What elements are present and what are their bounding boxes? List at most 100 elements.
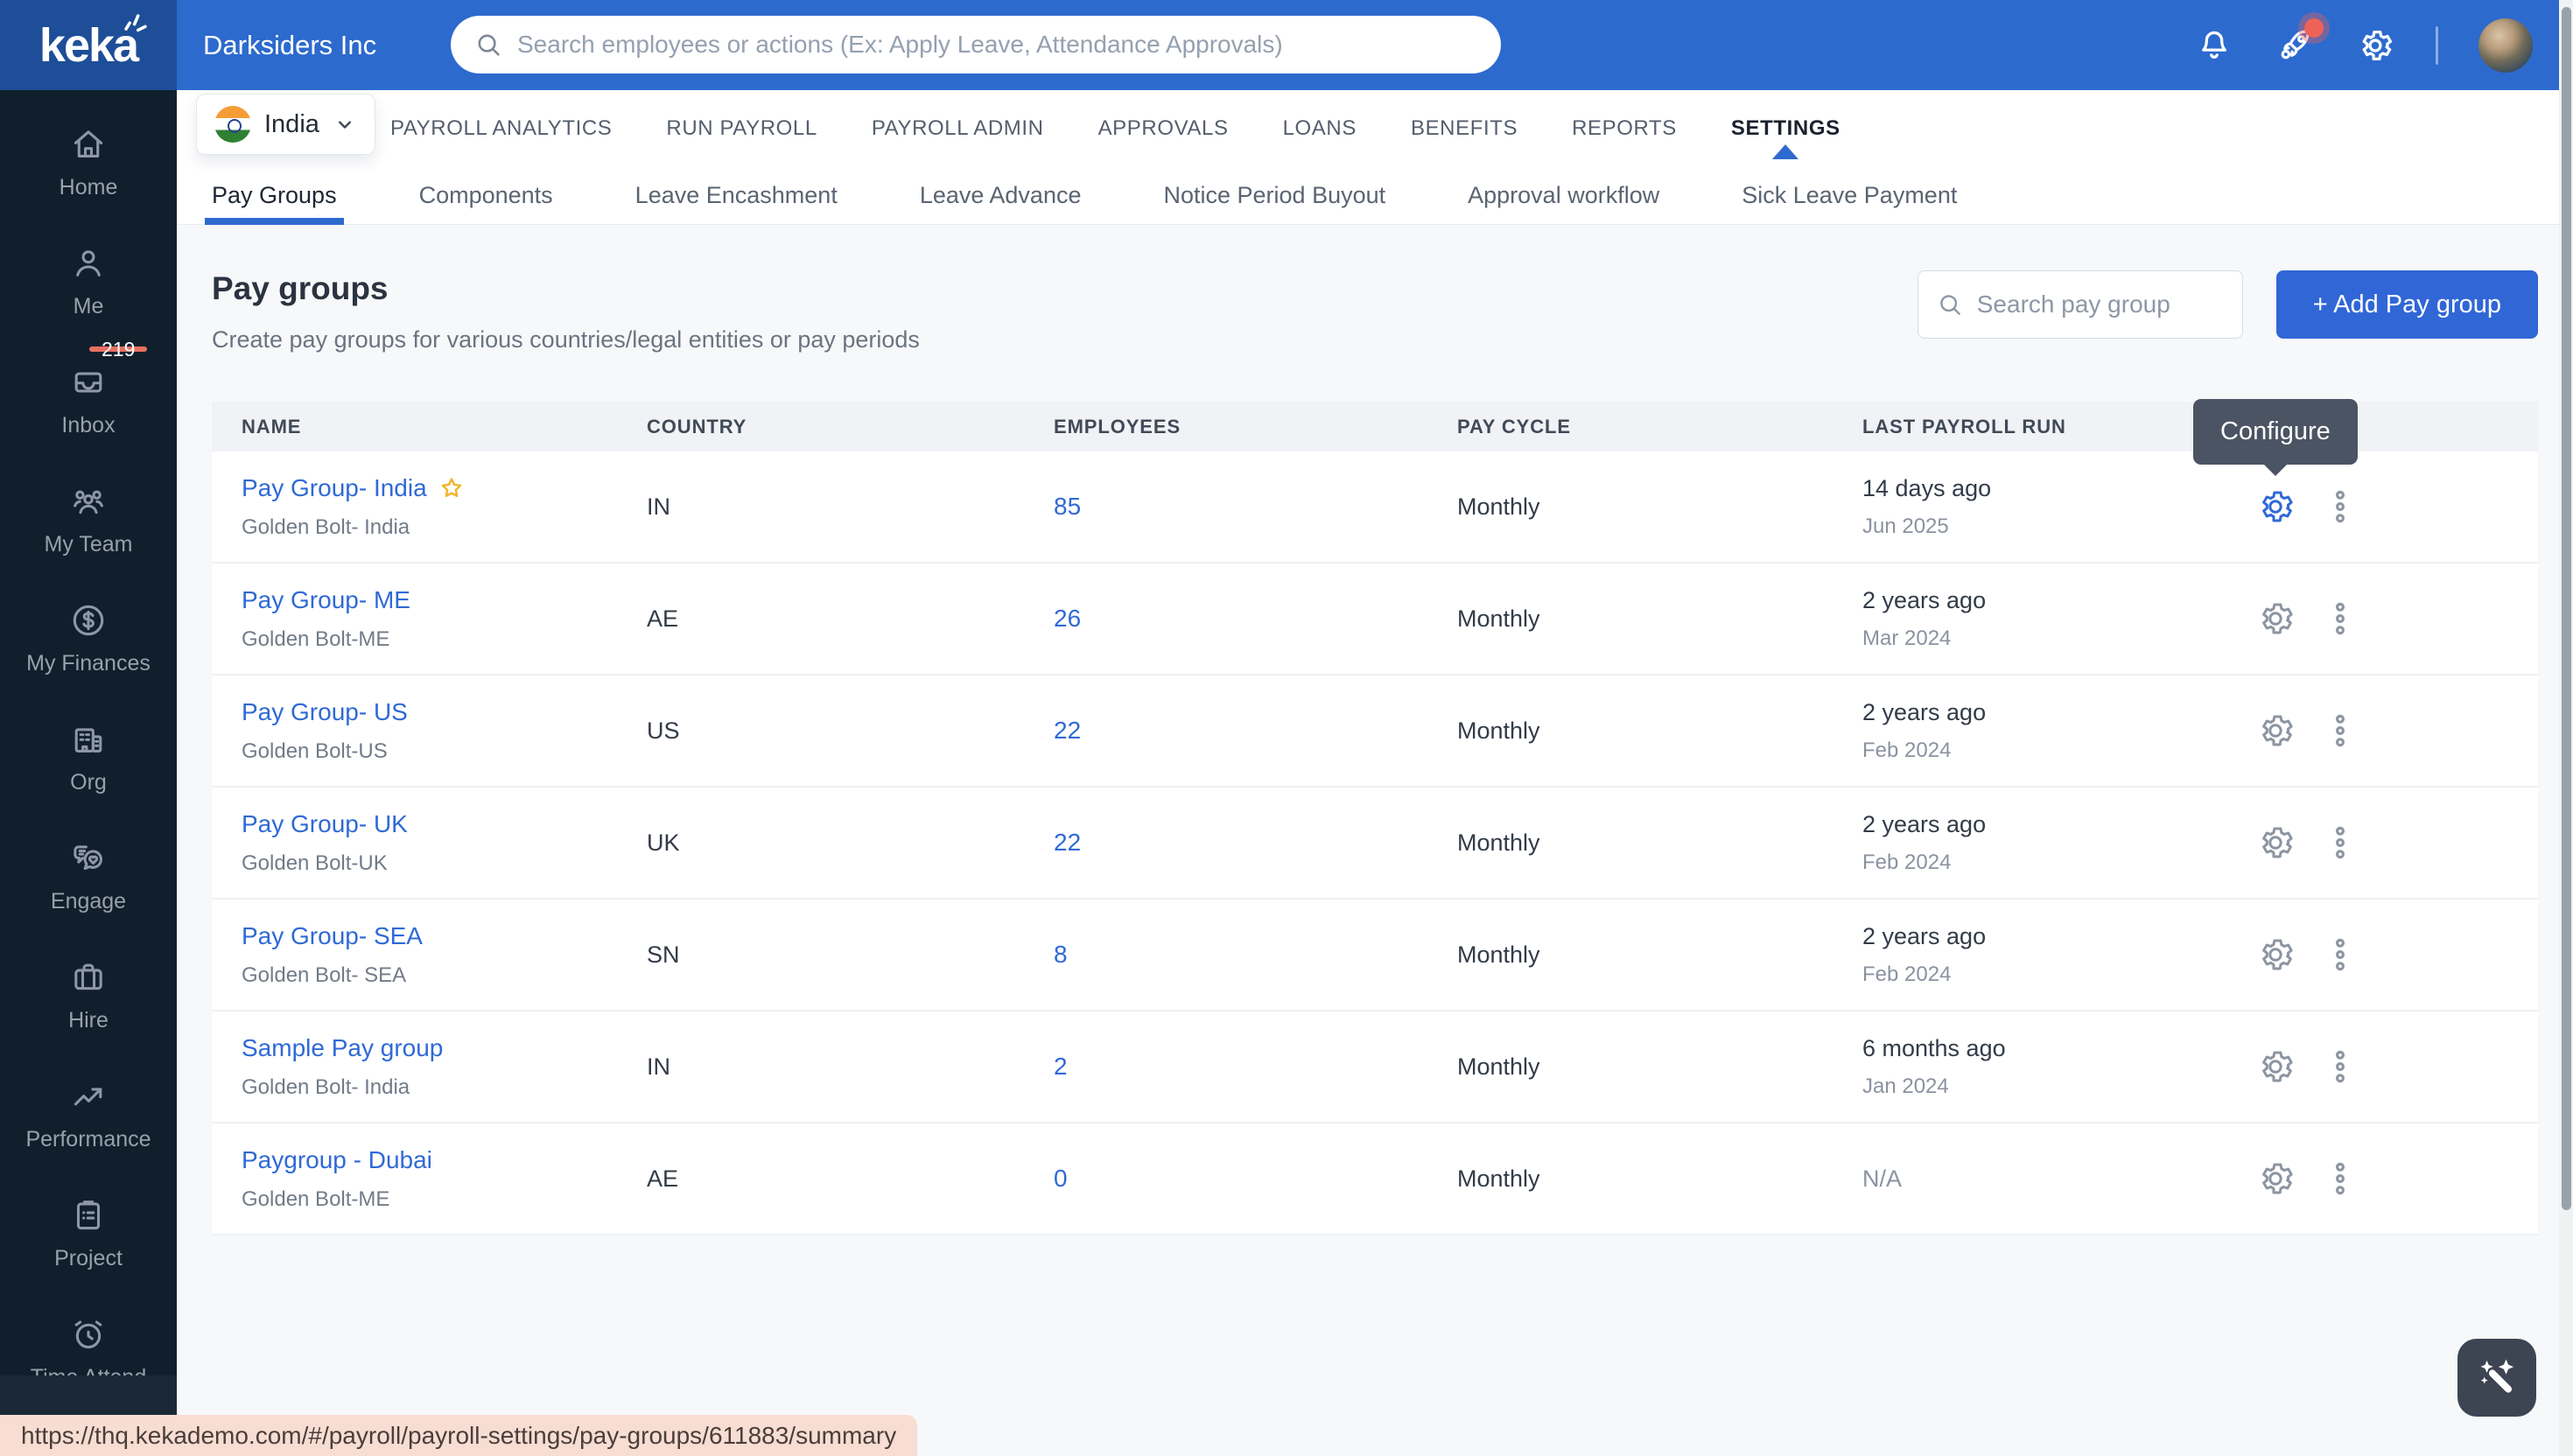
page-subtitle: Create pay groups for various countries/… — [212, 326, 920, 354]
sidebar-item-hire[interactable]: Hire — [0, 935, 177, 1054]
sidebar-item-engage[interactable]: Engage — [0, 816, 177, 935]
employee-count-link[interactable]: 2 — [1054, 1053, 1068, 1080]
pay-group-search-input[interactable]: Search pay group — [1917, 270, 2243, 339]
pay-group-name-link[interactable]: Paygroup - Dubai — [242, 1146, 432, 1174]
row-more-kebab-icon[interactable] — [2319, 710, 2361, 752]
inbox-icon — [68, 391, 109, 406]
tab-settings[interactable]: SETTINGS — [1731, 116, 1840, 141]
search-icon — [1936, 290, 1964, 318]
row-more-kebab-icon[interactable] — [2319, 1158, 2361, 1200]
row-more-kebab-icon[interactable] — [2319, 486, 2361, 528]
subtab-sick-leave-payment[interactable]: Sick Leave Payment — [1742, 166, 1957, 224]
employee-count-link[interactable]: 22 — [1054, 829, 1081, 856]
configure-gear-icon[interactable] — [2254, 486, 2296, 528]
sidebar-item-project[interactable]: Project — [0, 1173, 177, 1292]
sidebar-item-inbox[interactable]: 219 Inbox — [0, 340, 177, 459]
inbox-count-badge: 219 — [89, 346, 147, 352]
employee-count-link[interactable]: 8 — [1054, 941, 1068, 968]
employee-count-link[interactable]: 0 — [1054, 1165, 1068, 1192]
legal-entity-label: Golden Bolt- India — [242, 515, 647, 540]
chevron-down-icon — [333, 112, 357, 136]
last-payroll-run: 6 months ago — [1862, 1035, 2240, 1062]
india-flag-icon — [214, 106, 251, 143]
country-code: US — [647, 718, 1054, 745]
settings-gear-icon[interactable] — [2355, 25, 2395, 66]
global-search-input[interactable]: Search employees or actions (Ex: Apply L… — [451, 16, 1501, 74]
table-header-row: NAME COUNTRY EMPLOYEES PAY CYCLE LAST PA… — [212, 402, 2538, 452]
subtab-leave-encashment[interactable]: Leave Encashment — [635, 166, 838, 224]
sidebar-item-label: My Team — [45, 532, 133, 557]
pay-group-name-link[interactable]: Sample Pay group — [242, 1034, 443, 1062]
tab-benefits[interactable]: BENEFITS — [1411, 116, 1518, 141]
finances-icon — [68, 629, 109, 644]
country-selector[interactable]: India — [196, 94, 375, 155]
row-more-kebab-icon[interactable] — [2319, 934, 2361, 976]
notifications-bell-icon[interactable] — [2194, 25, 2234, 66]
column-header-pay-cycle: PAY CYCLE — [1457, 416, 1862, 438]
last-payroll-run: N/A — [1862, 1166, 2240, 1193]
scrollbar-thumb[interactable] — [2562, 7, 2571, 1210]
pay-groups-table: NAME COUNTRY EMPLOYEES PAY CYCLE LAST PA… — [212, 402, 2538, 1236]
add-pay-group-button[interactable]: + Add Pay group — [2276, 270, 2538, 339]
configure-gear-icon[interactable] — [2254, 822, 2296, 864]
tab-loans[interactable]: LOANS — [1283, 116, 1357, 141]
configure-gear-icon[interactable] — [2254, 1046, 2296, 1088]
subtab-approval-workflow[interactable]: Approval workflow — [1468, 166, 1659, 224]
configure-gear-icon[interactable] — [2254, 598, 2296, 640]
topbar-divider — [2436, 26, 2438, 65]
sidebar-item-label: Home — [60, 175, 118, 200]
active-tab-caret — [1772, 144, 1798, 159]
user-avatar[interactable] — [2478, 18, 2533, 73]
pay-cycle-value: Monthly — [1457, 718, 1862, 745]
sidebar-item-org[interactable]: Org — [0, 697, 177, 816]
sidebar-item-my-finances[interactable]: My Finances — [0, 578, 177, 697]
whats-new-rocket-icon[interactable] — [2275, 25, 2315, 66]
module-tabs: PAYROLL ANALYTICS RUN PAYROLL PAYROLL ADMI… — [390, 90, 1840, 166]
employee-count-link[interactable]: 85 — [1054, 493, 1081, 520]
table-row: Pay Group- SEA Golden Bolt- SEA SN 8 Mon… — [212, 900, 2538, 1012]
country-code: AE — [647, 1166, 1054, 1193]
pay-group-name-link[interactable]: Pay Group- India — [242, 474, 466, 502]
magic-wand-fab-button[interactable] — [2457, 1339, 2536, 1417]
last-payroll-run: 2 years ago — [1862, 923, 2240, 950]
page-header: Pay groups Create pay groups for various… — [212, 270, 2538, 354]
configure-gear-icon[interactable] — [2254, 934, 2296, 976]
sidebar-item-home[interactable]: Home — [0, 102, 177, 221]
favorite-star-icon[interactable] — [438, 474, 466, 502]
subtab-pay-groups[interactable]: Pay Groups — [212, 166, 337, 224]
sidebar-item-performance[interactable]: Performance — [0, 1054, 177, 1173]
tab-payroll-admin[interactable]: PAYROLL ADMIN — [872, 116, 1044, 141]
column-header-name: NAME — [212, 416, 647, 438]
sidebar-item-me[interactable]: Me — [0, 221, 177, 340]
pay-group-name-link[interactable]: Pay Group- US — [242, 698, 408, 726]
keka-logo[interactable]: keka — [0, 0, 177, 90]
pay-cycle-value: Monthly — [1457, 830, 1862, 857]
last-payroll-run: 2 years ago — [1862, 811, 2240, 838]
last-payroll-run-date: Feb 2024 — [1862, 962, 2240, 987]
subtab-notice-period-buyout[interactable]: Notice Period Buyout — [1163, 166, 1385, 224]
page-title: Pay groups — [212, 270, 920, 307]
tab-approvals[interactable]: APPROVALS — [1098, 116, 1229, 141]
pay-group-name-link[interactable]: Pay Group- SEA — [242, 922, 423, 950]
row-more-kebab-icon[interactable] — [2319, 822, 2361, 864]
tab-payroll-analytics[interactable]: PAYROLL ANALYTICS — [390, 116, 612, 141]
sidebar-item-my-team[interactable]: My Team — [0, 459, 177, 578]
org-icon — [68, 748, 109, 763]
subtab-leave-advance[interactable]: Leave Advance — [920, 166, 1082, 224]
tab-reports[interactable]: REPORTS — [1572, 116, 1677, 141]
pay-group-name-link[interactable]: Pay Group- UK — [242, 810, 408, 838]
pay-group-name-link[interactable]: Pay Group- ME — [242, 586, 410, 614]
table-row: Pay Group- ME Golden Bolt-ME AE 26 Month… — [212, 564, 2538, 676]
row-more-kebab-icon[interactable] — [2319, 1046, 2361, 1088]
sidebar-item-label: Me — [74, 294, 104, 319]
employee-count-link[interactable]: 26 — [1054, 605, 1081, 632]
employee-count-link[interactable]: 22 — [1054, 717, 1081, 744]
configure-gear-icon[interactable] — [2254, 1158, 2296, 1200]
tab-run-payroll[interactable]: RUN PAYROLL — [666, 116, 817, 141]
row-more-kebab-icon[interactable] — [2319, 598, 2361, 640]
table-body: Pay Group- India Golden Bolt- India IN 8… — [212, 452, 2538, 1236]
column-header-last-payroll-run: LAST PAYROLL RUN — [1862, 416, 2240, 438]
configure-gear-icon[interactable] — [2254, 710, 2296, 752]
company-name: Darksiders Inc — [203, 0, 376, 90]
subtab-components[interactable]: Components — [419, 166, 553, 224]
